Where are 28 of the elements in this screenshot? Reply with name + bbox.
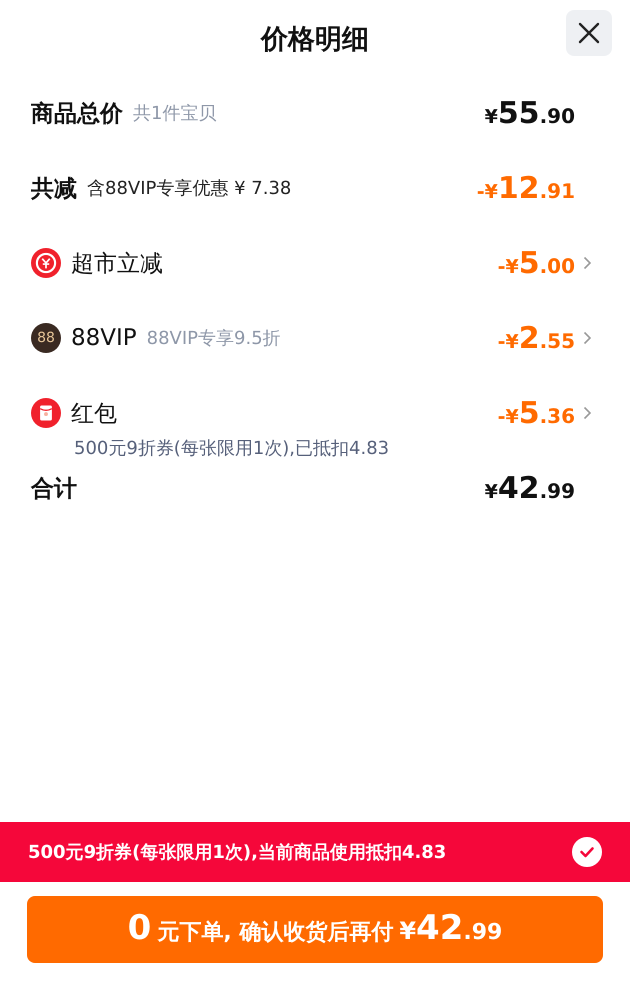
row-label: 超市立减: [71, 250, 163, 278]
vip-badge-icon: 88: [31, 323, 61, 353]
row-label: 共减: [31, 174, 77, 204]
envelope-icon: [31, 398, 61, 428]
chevron-right-icon[interactable]: [583, 406, 592, 420]
row-label: 88VIP: [71, 325, 137, 351]
price: -¥2.55: [498, 320, 575, 356]
chevron-right-icon[interactable]: [583, 331, 592, 345]
check-icon[interactable]: [572, 837, 602, 867]
row-label: 合计: [31, 474, 77, 504]
price: -¥12.91: [476, 170, 575, 206]
row-label: 商品总价: [31, 100, 123, 128]
sheet-title: 价格明细: [261, 23, 369, 57]
price: ¥55.90: [484, 96, 575, 130]
close-button[interactable]: [566, 10, 612, 56]
price: -¥5.00: [498, 246, 575, 280]
close-icon: [578, 22, 600, 44]
price: -¥5.36: [498, 396, 575, 430]
row-note: 88VIP专享9.5折: [146, 327, 281, 350]
pay-button[interactable]: 0 元下单, 确认收货后再付 ¥42.99: [27, 896, 603, 963]
price: ¥42.99: [484, 470, 575, 506]
row-note: 含88VIP专享优惠 ¥ 7.38: [87, 177, 292, 200]
banner-text: 500元9折券(每张限用1次),当前商品使用抵扣4.83: [28, 841, 446, 864]
chevron-right-icon[interactable]: [583, 256, 592, 270]
yuan-coin-icon: [31, 248, 61, 278]
row-note: 共1件宝贝: [133, 102, 216, 125]
row-label: 红包: [71, 400, 117, 428]
row-subnote: 500元9折券(每张限用1次),已抵扣4.83: [74, 437, 390, 460]
